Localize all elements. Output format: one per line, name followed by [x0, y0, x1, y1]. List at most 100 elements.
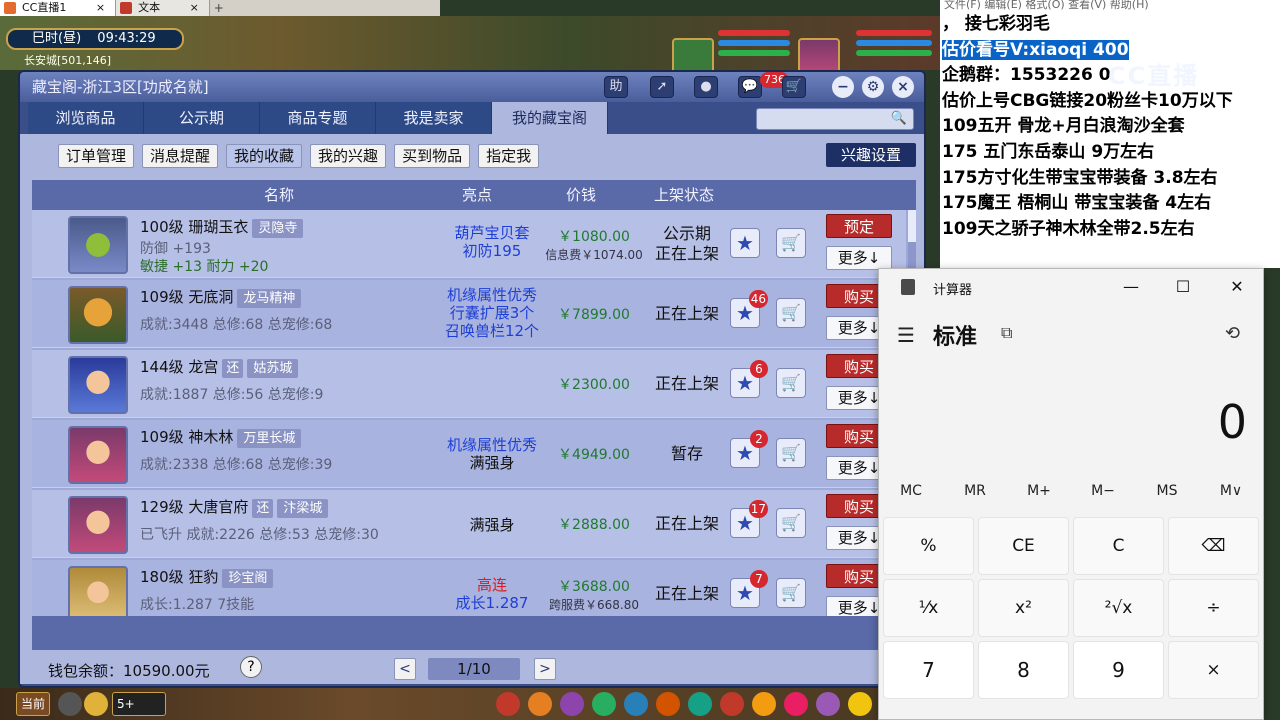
table-row[interactable]: 109级 无底洞 龙马精神 成就:3448 总修:68 总宠修:68 机缘属性优秀… — [32, 280, 906, 348]
character-avatar[interactable] — [68, 356, 128, 414]
new-tab-button[interactable]: + — [210, 0, 228, 16]
divide-key[interactable]: ÷ — [1168, 579, 1259, 637]
m-plus-button[interactable]: M+ — [1007, 483, 1071, 503]
help-button[interactable]: 助 — [604, 76, 628, 98]
browser-tab-text[interactable]: 文本 × — [116, 0, 210, 16]
add-to-cart-icon[interactable]: 🛒 — [776, 438, 806, 468]
tab-public[interactable]: 公示期 — [144, 102, 260, 134]
skill-icon[interactable] — [528, 692, 552, 716]
menu-icon[interactable]: ☰ — [897, 323, 915, 347]
multiply-key[interactable]: × — [1168, 641, 1259, 699]
digit-9-key[interactable]: 9 — [1073, 641, 1164, 699]
add-to-cart-icon[interactable]: 🛒 — [776, 228, 806, 258]
notepad-menu[interactable]: 文件(F) 编辑(E) 格式(O) 查看(V) 帮助(H) — [940, 0, 1280, 12]
tab-browse[interactable]: 浏览商品 — [28, 102, 144, 134]
add-to-cart-icon[interactable]: 🛒 — [776, 298, 806, 328]
table-row[interactable]: 100级 珊瑚玉衣 灵隐寺 防御 +193 敏捷 +13 耐力 +20 葫芦宝贝套… — [32, 210, 906, 278]
prev-page-button[interactable]: < — [394, 658, 416, 680]
keep-on-top-icon[interactable]: ⧉ — [1001, 323, 1012, 343]
backspace-key[interactable]: ⌫ — [1168, 517, 1259, 575]
skill-icon[interactable] — [752, 692, 776, 716]
skill-icon[interactable] — [848, 692, 872, 716]
favorite-star-icon[interactable]: ★ — [730, 228, 760, 258]
reserve-button[interactable]: 预定 — [826, 214, 892, 238]
skill-icon[interactable] — [784, 692, 808, 716]
table-row[interactable]: 144级 龙宫还姑苏城 成就:1887 总修:56 总宠修:9 ￥2300.00… — [32, 350, 906, 418]
microphone-icon[interactable] — [58, 692, 82, 716]
minimize-icon[interactable]: − — [832, 76, 854, 98]
digit-8-key[interactable]: 8 — [978, 641, 1069, 699]
skill-icon[interactable] — [656, 692, 680, 716]
favorite-star-icon[interactable]: ★ 6 — [730, 360, 768, 398]
table-row[interactable]: 180级 狂豹 珍宝阁 成长:1.287 7技能 高连 成长1.287 ￥3688.… — [32, 560, 906, 616]
next-page-button[interactable]: > — [534, 658, 556, 680]
more-button[interactable]: 更多↓ — [826, 246, 892, 270]
interest-settings-button[interactable]: 兴趣设置 — [826, 143, 916, 167]
character-avatar[interactable] — [68, 566, 128, 616]
cart-icon[interactable]: 🛒 — [782, 76, 806, 98]
character-avatar[interactable] — [68, 496, 128, 554]
search-icon[interactable]: 🔍 — [891, 111, 907, 126]
emoji-icon[interactable] — [84, 692, 108, 716]
clear-key[interactable]: C — [1073, 517, 1164, 575]
skill-icon[interactable] — [720, 692, 744, 716]
favorite-star-icon[interactable]: ★ 46 — [730, 290, 768, 328]
memory-list-button[interactable]: M∨ — [1199, 483, 1263, 503]
calc-display: 0 — [1217, 395, 1247, 449]
subtab-messages[interactable]: 消息提醒 — [142, 144, 219, 168]
minimize-icon[interactable]: — — [1121, 277, 1141, 296]
skill-icon[interactable] — [688, 692, 712, 716]
digit-7-key[interactable]: 7 — [883, 641, 974, 699]
tab-seller[interactable]: 我是卖家 — [376, 102, 492, 134]
subtab-assigned[interactable]: 指定我 — [478, 144, 540, 168]
tab-topics[interactable]: 商品专题 — [260, 102, 376, 134]
tab-my-pavilion[interactable]: 我的藏宝阁 — [492, 102, 608, 134]
favorite-star-icon[interactable]: ★ 17 — [730, 500, 768, 538]
favorite-star-icon[interactable]: ★ 7 — [730, 570, 768, 608]
skill-icon[interactable] — [592, 692, 616, 716]
item-icon[interactable] — [68, 216, 128, 274]
skill-icon[interactable] — [816, 692, 840, 716]
skill-icon[interactable] — [560, 692, 584, 716]
note-line: 109天之骄子神木林全带2.5左右 — [942, 218, 1195, 239]
channel-current[interactable]: 当前 — [16, 692, 51, 716]
sqrt-key[interactable]: ²√x — [1073, 579, 1164, 637]
reciprocal-key[interactable]: ¹⁄x — [883, 579, 974, 637]
character-avatar[interactable] — [68, 426, 128, 484]
table-row[interactable]: 109级 神木林 万里长城 成就:2338 总修:68 总宠修:39 机缘属性优秀… — [32, 420, 906, 488]
skill-icon[interactable] — [624, 692, 648, 716]
message-icon[interactable]: 💬 — [738, 76, 762, 98]
chat-count[interactable]: 5+ — [112, 692, 166, 716]
share-icon[interactable]: ➚ — [650, 76, 674, 98]
m-minus-button[interactable]: M− — [1071, 483, 1135, 503]
close-tab-icon[interactable]: × — [190, 1, 199, 14]
close-icon[interactable]: ✕ — [1227, 277, 1247, 296]
mc-button[interactable]: MC — [879, 483, 943, 503]
close-tab-icon[interactable]: × — [96, 1, 105, 14]
close-icon[interactable]: × — [892, 76, 914, 98]
add-to-cart-icon[interactable]: 🛒 — [776, 368, 806, 398]
subtab-interests[interactable]: 我的兴趣 — [310, 144, 387, 168]
square-key[interactable]: x² — [978, 579, 1069, 637]
character-avatar[interactable] — [68, 286, 128, 344]
table-row[interactable]: 129级 大唐官府还汴梁城 已飞升 成就:2226 总修:53 总宠修:30 满… — [32, 490, 906, 558]
record-icon[interactable]: ● — [694, 76, 718, 98]
scrollbar-thumb[interactable] — [908, 210, 916, 242]
help-icon[interactable]: ? — [240, 656, 262, 678]
favorite-star-icon[interactable]: ★ 2 — [730, 430, 768, 468]
subtab-purchased[interactable]: 买到物品 — [394, 144, 471, 168]
skill-icon[interactable] — [496, 692, 520, 716]
maximize-icon[interactable]: ☐ — [1173, 277, 1193, 296]
add-to-cart-icon[interactable]: 🛒 — [776, 578, 806, 608]
history-icon[interactable]: ⟲ — [1225, 323, 1240, 344]
browser-tab-cc[interactable]: CC直播1 × — [0, 0, 117, 16]
ms-button[interactable]: MS — [1135, 483, 1199, 503]
add-to-cart-icon[interactable]: 🛒 — [776, 508, 806, 538]
percent-key[interactable]: % — [883, 517, 974, 575]
subtab-orders[interactable]: 订单管理 — [58, 144, 135, 168]
ce-key[interactable]: CE — [978, 517, 1069, 575]
search-input[interactable]: 🔍 — [756, 108, 914, 130]
subtab-favorites[interactable]: 我的收藏 — [226, 144, 303, 168]
mr-button[interactable]: MR — [943, 483, 1007, 503]
settings-icon[interactable]: ⚙ — [862, 76, 884, 98]
